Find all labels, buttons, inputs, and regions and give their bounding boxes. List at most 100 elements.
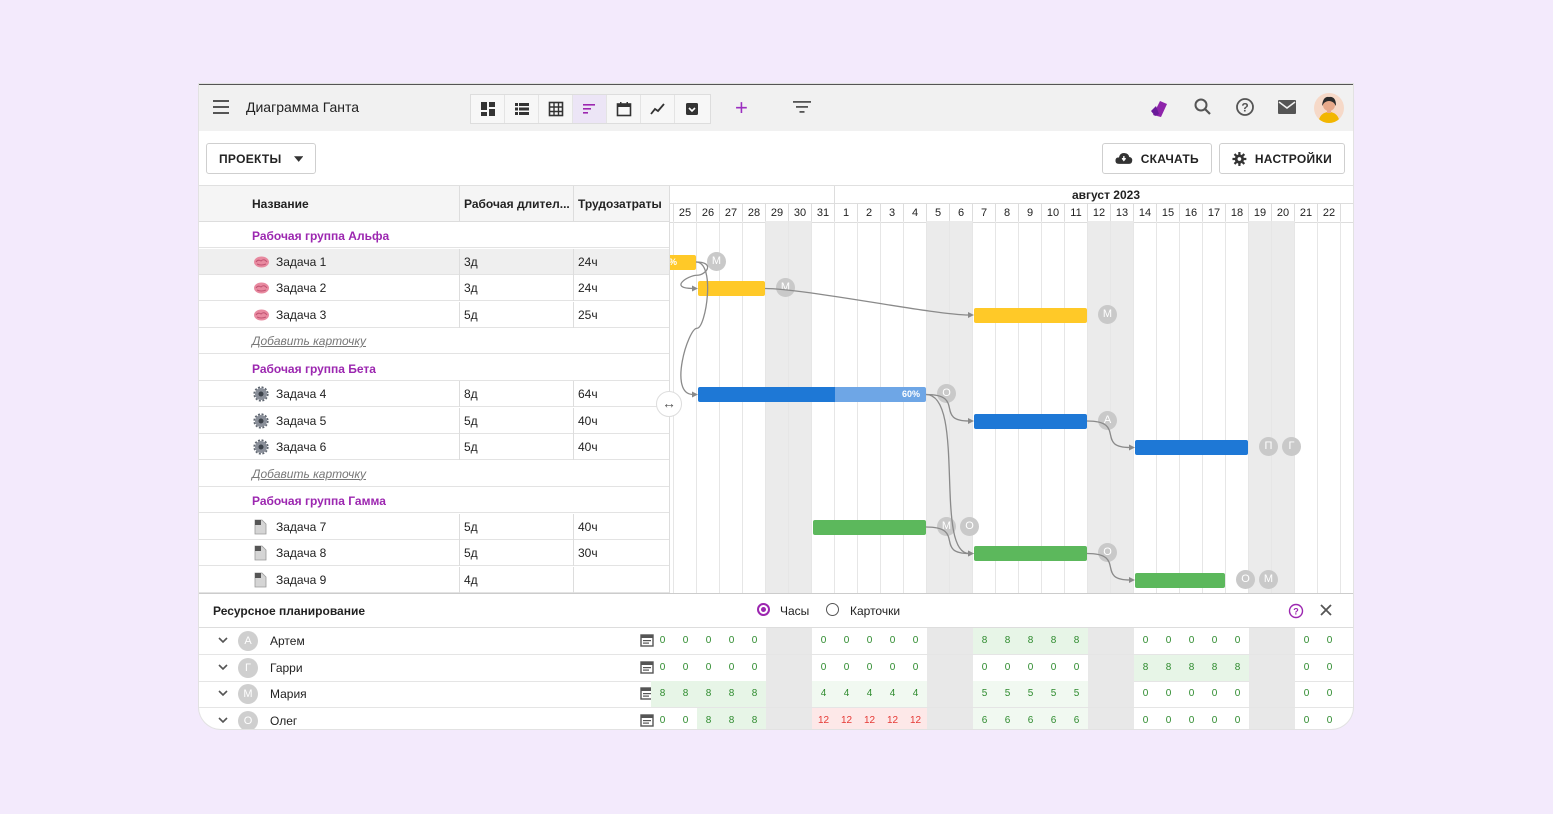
dependency-link bbox=[925, 393, 970, 555]
download-label: СКАЧАТЬ bbox=[1140, 151, 1199, 166]
load-cell bbox=[766, 628, 789, 654]
list-view-button[interactable] bbox=[505, 95, 539, 123]
document-icon bbox=[253, 572, 270, 587]
load-cell: 0 bbox=[889, 635, 896, 646]
add-card-link[interactable]: Добавить карточку bbox=[252, 334, 366, 348]
task-duration: 5д bbox=[464, 519, 478, 534]
load-cell: 6 bbox=[1065, 707, 1088, 729]
load-cell: 0 bbox=[659, 661, 666, 673]
load-cell: 0 bbox=[1142, 688, 1149, 699]
help-icon[interactable]: ? bbox=[1235, 97, 1255, 117]
projects-dropdown[interactable]: ПРОЕКТЫ bbox=[206, 143, 316, 174]
task-duration: 8д bbox=[464, 387, 478, 401]
load-cell: 6 bbox=[973, 707, 996, 729]
user-avatar[interactable] bbox=[1314, 93, 1344, 123]
cards-label: Карточки bbox=[850, 604, 901, 618]
group-row[interactable]: Рабочая группа Альфа bbox=[199, 222, 669, 248]
close-icon[interactable] bbox=[1320, 604, 1332, 616]
resource-avatar: А bbox=[238, 631, 258, 651]
load-cell bbox=[1111, 707, 1134, 729]
add-card-link[interactable]: Добавить карточку bbox=[252, 467, 366, 481]
app-window: Диаграмма Ганта + ? ПРОЕКТЫ СКАЧАТЬ НАСТ… bbox=[199, 84, 1353, 729]
cards-radio[interactable] bbox=[826, 603, 839, 616]
load-cell: 0 bbox=[843, 635, 850, 646]
calendar-view-button[interactable] bbox=[607, 95, 641, 123]
resource-row[interactable]: М Мария 8 8 8 8 8 4 4 4 4 4 5 5 5 5 5 0 0 0 0 0 0 0 bbox=[199, 681, 1353, 708]
load-cell bbox=[1272, 681, 1295, 707]
chevron-down-icon[interactable] bbox=[217, 687, 229, 699]
resource-row[interactable]: А Артем 0 0 0 0 0 0 0 0 0 0 8 8 8 8 8 0 0 0 0 0 0 0 bbox=[199, 628, 1353, 655]
load-cell bbox=[789, 628, 812, 654]
resource-row[interactable]: О Олег 0 0 8 8 8 12 12 12 12 12 6 6 6 6 6 0 0 0 0 0 0 0 bbox=[199, 707, 1353, 729]
chart-view-button[interactable] bbox=[641, 95, 675, 123]
chevron-down-icon[interactable] bbox=[217, 714, 229, 726]
hamburger-menu-icon[interactable] bbox=[213, 100, 229, 114]
task-row[interactable]: Задача 2 3д 24ч bbox=[199, 275, 669, 301]
load-cell: 0 bbox=[1004, 661, 1011, 673]
load-cell: 0 bbox=[1211, 635, 1218, 646]
task-row[interactable]: Задача 1 3д 24ч bbox=[199, 248, 669, 275]
hours-radio[interactable] bbox=[757, 603, 770, 616]
resource-name: Гарри bbox=[270, 660, 303, 675]
archive-view-button[interactable] bbox=[675, 95, 709, 123]
svg-text:?: ? bbox=[1293, 607, 1299, 617]
load-cell: 8 bbox=[743, 681, 766, 707]
group-label: Рабочая группа Бета bbox=[252, 361, 376, 376]
chevron-down-icon[interactable] bbox=[217, 661, 229, 673]
task-row[interactable]: Задача 8 5д 30ч bbox=[199, 540, 669, 566]
gear-icon bbox=[253, 412, 270, 429]
task-duration: 3д bbox=[464, 281, 478, 295]
document-icon bbox=[253, 545, 270, 561]
load-cell: 8 bbox=[1226, 654, 1249, 681]
load-cell: 0 bbox=[1303, 635, 1310, 646]
load-cell: 0 bbox=[682, 661, 689, 673]
gantt-timeline: август 2023 2425262728293031123456789101… bbox=[669, 185, 1353, 594]
table-view-button[interactable] bbox=[539, 95, 573, 123]
group-row[interactable]: Рабочая группа Гамма bbox=[199, 487, 669, 513]
task-row[interactable]: Задача 5 5д 40ч bbox=[199, 407, 669, 434]
resource-row[interactable]: Г Гарри 0 0 0 0 0 0 0 0 0 0 0 0 0 0 0 8 8 8 8 8 0 0 bbox=[199, 654, 1353, 682]
column-header-duration[interactable]: Рабочая длител... bbox=[464, 197, 570, 211]
chevron-down-icon[interactable] bbox=[217, 634, 229, 646]
load-cell bbox=[927, 654, 950, 681]
column-header-effort[interactable]: Трудозатраты bbox=[578, 197, 662, 211]
group-row[interactable]: Рабочая группа Бета bbox=[199, 355, 669, 381]
download-button[interactable]: СКАЧАТЬ bbox=[1102, 143, 1212, 174]
filter-icon[interactable] bbox=[793, 100, 811, 114]
task-row[interactable]: Задача 7 5д 40ч bbox=[199, 513, 669, 540]
load-cell: 0 bbox=[843, 661, 850, 673]
load-cell: 0 bbox=[1188, 714, 1195, 726]
load-cell: 0 bbox=[912, 661, 919, 673]
resource-header: Ресурсное планирование Часы Карточки ? bbox=[199, 594, 1353, 628]
load-cell: 8 bbox=[674, 681, 697, 707]
add-button[interactable]: + bbox=[735, 97, 748, 119]
load-cell bbox=[927, 628, 950, 654]
dependency-link bbox=[925, 393, 970, 422]
gear-icon bbox=[1232, 151, 1247, 166]
load-cell: 0 bbox=[1188, 635, 1195, 646]
load-cell: 0 bbox=[981, 661, 988, 673]
search-icon[interactable] bbox=[1193, 97, 1213, 117]
help-icon[interactable]: ? bbox=[1288, 603, 1304, 619]
load-cell: 8 bbox=[651, 681, 674, 707]
column-header-name[interactable]: Название bbox=[252, 197, 309, 211]
pane-resize-handle[interactable]: ↔ bbox=[656, 391, 682, 417]
load-cell: 8 bbox=[720, 707, 743, 729]
load-cell: 0 bbox=[889, 661, 896, 673]
load-cell: 0 bbox=[1326, 714, 1333, 726]
board-icon bbox=[480, 102, 495, 116]
brand-logo-icon[interactable] bbox=[1149, 97, 1171, 119]
task-row[interactable]: Задача 9 4д bbox=[199, 566, 669, 593]
mail-icon[interactable] bbox=[1277, 99, 1297, 115]
task-row[interactable]: Задача 6 5д 40ч bbox=[199, 434, 669, 460]
settings-button[interactable]: НАСТРОЙКИ bbox=[1219, 143, 1345, 174]
load-cell: 0 bbox=[1234, 714, 1241, 726]
gantt-view-button[interactable] bbox=[573, 95, 607, 123]
board-view-button[interactable] bbox=[471, 95, 505, 123]
resource-title: Ресурсное планирование bbox=[213, 604, 366, 618]
task-row[interactable]: Задача 4 8д 64ч bbox=[199, 381, 669, 407]
task-row[interactable]: Задача 3 5д 25ч bbox=[199, 301, 669, 328]
task-duration: 5д bbox=[464, 440, 478, 454]
load-cell bbox=[1272, 654, 1295, 681]
add-card-row: Добавить карточку bbox=[199, 461, 669, 487]
